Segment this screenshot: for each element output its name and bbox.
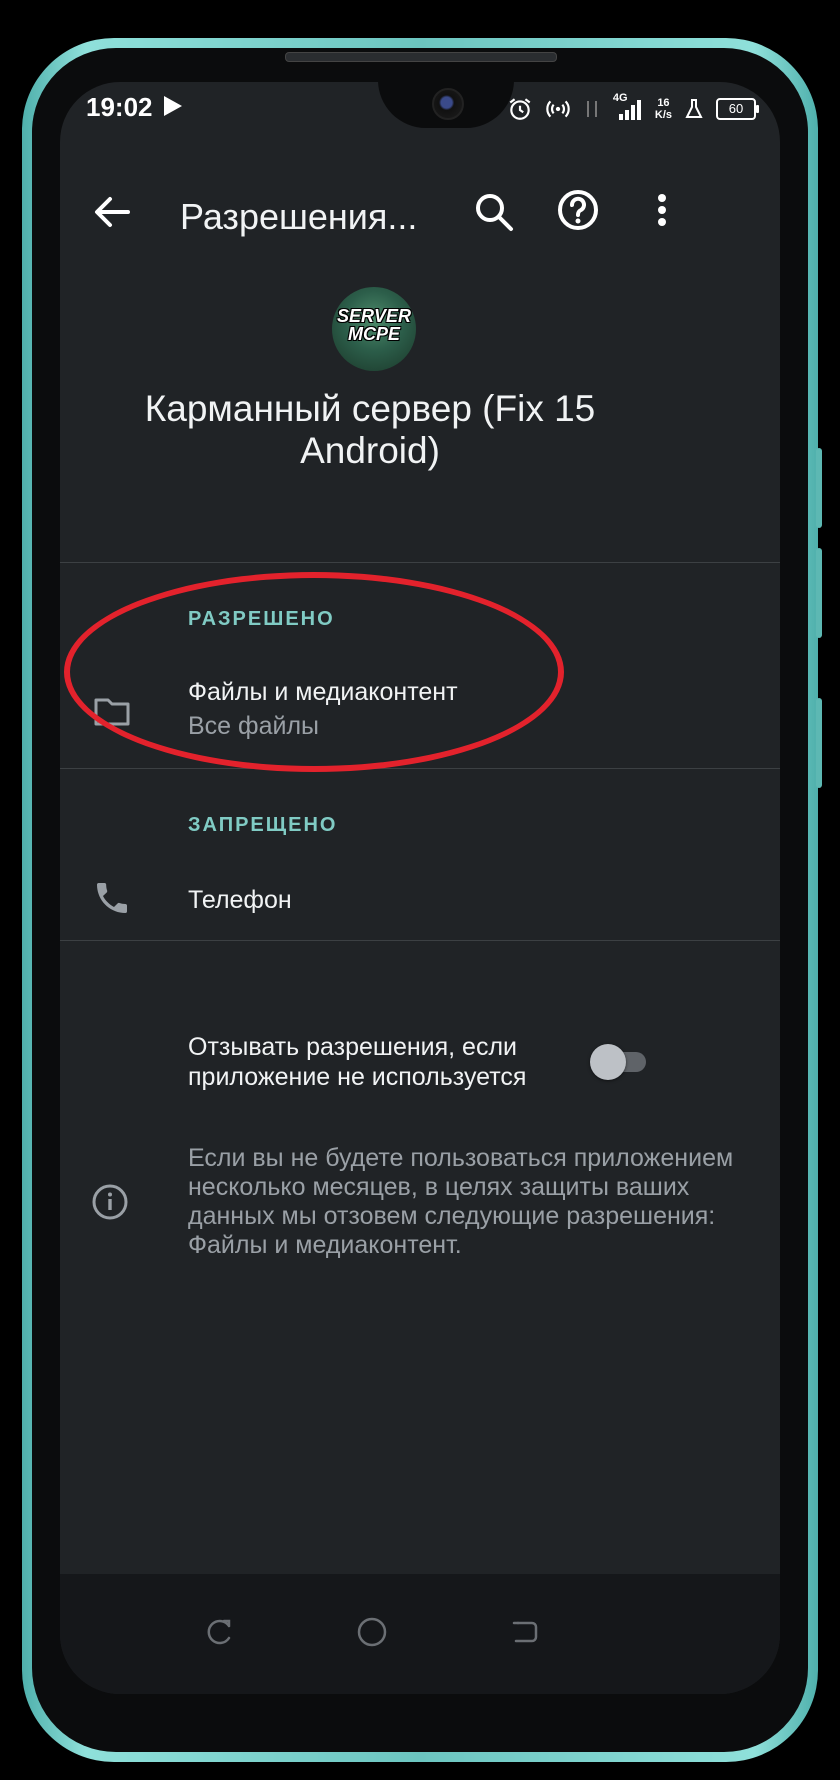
- folder-icon: [94, 698, 130, 726]
- permission-title: Файлы и медиаконтент: [188, 678, 458, 706]
- page-title: Разрешения...: [180, 196, 418, 237]
- section-denied-header: ЗАПРЕЩЕНО: [188, 814, 338, 836]
- volume-up-button: [816, 448, 822, 528]
- app-icon-line2: MCPE: [347, 324, 400, 344]
- hotspot-icon: [546, 100, 570, 118]
- info-icon: [92, 1184, 128, 1220]
- permission-row-files[interactable]: Файлы и медиаконтент Все файлы: [60, 662, 780, 768]
- speed-unit: K/s: [654, 109, 672, 121]
- phone-icon: [97, 883, 127, 913]
- more-options-icon[interactable]: [638, 186, 686, 234]
- app-icon-logo-text: SERVER MCPE: [332, 307, 416, 343]
- front-camera: [432, 88, 464, 120]
- power-button: [816, 698, 822, 788]
- permission-subtitle: Все файлы: [188, 712, 320, 740]
- divider: [60, 768, 780, 769]
- divider: [60, 940, 780, 941]
- volume-down-button: [816, 548, 822, 638]
- section-allowed-header: РАЗРЕШЕНО: [188, 608, 335, 630]
- permission-title: Телефон: [188, 886, 292, 914]
- recents-icon[interactable]: [198, 1612, 238, 1652]
- status-icons: 4G 16 K/s 60: [507, 92, 759, 122]
- app-name: Карманный сервер (Fix 15 Android): [144, 388, 596, 471]
- speed-value: 16: [657, 97, 670, 109]
- revoke-permissions-label: Отзывать разрешения, если приложение не …: [188, 1033, 527, 1091]
- help-icon[interactable]: [554, 186, 602, 234]
- earpiece-speaker: [285, 52, 557, 62]
- app-bar: Разрешения...: [60, 162, 780, 272]
- home-icon[interactable]: [352, 1612, 392, 1652]
- status-time: 19:02: [86, 92, 153, 122]
- back-nav-icon[interactable]: [506, 1612, 546, 1652]
- data-transfer-icon: [586, 101, 597, 117]
- revoke-permissions-toggle[interactable]: [590, 1042, 648, 1082]
- flask-icon: [685, 99, 703, 118]
- play-icon: [164, 96, 182, 116]
- search-icon[interactable]: [470, 188, 518, 236]
- battery-icon: 60: [716, 98, 759, 120]
- navigation-bar: [60, 1574, 780, 1694]
- alarm-icon: [509, 98, 531, 120]
- network-speed: 16 K/s: [655, 97, 672, 121]
- app-icon: SERVER MCPE: [332, 287, 416, 371]
- toggle-thumb: [590, 1044, 626, 1080]
- auto-revoke-info-text: Если вы не будете пользоваться приложени…: [188, 1144, 734, 1259]
- screen: 19:02 4G 16 K/s 60 Разрешения... SERVER …: [60, 82, 780, 1694]
- app-icon-line1: SERVER: [336, 306, 412, 326]
- back-arrow-icon[interactable]: [88, 188, 136, 236]
- signal-icon: 4G: [613, 92, 643, 122]
- divider: [60, 562, 780, 563]
- permission-row-phone[interactable]: Телефон: [60, 858, 780, 940]
